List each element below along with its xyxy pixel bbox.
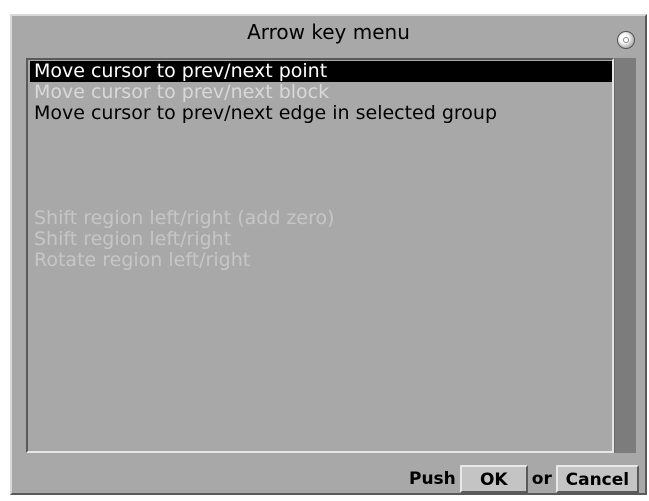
menu-item-blank: [26, 166, 614, 187]
close-icon[interactable]: [617, 31, 635, 49]
close-icon-center: [623, 37, 629, 43]
menu-item-prev-next-edge[interactable]: Move cursor to prev/next edge in selecte…: [26, 103, 614, 124]
ok-button[interactable]: OK: [459, 465, 528, 493]
menu-item-shift-region: Shift region left/right: [34, 228, 232, 250]
cancel-button[interactable]: Cancel: [555, 465, 639, 493]
menu-item-shift-region-add-zero: Shift region left/right (add zero): [34, 207, 335, 229]
menu-item-prev-next-block: Move cursor to prev/next block: [34, 81, 330, 103]
menu-item-prev-next-point[interactable]: Move cursor to prev/next point: [30, 61, 612, 82]
menu-item-rotate-region: Rotate region left/right: [34, 249, 251, 271]
or-label: or: [531, 469, 552, 489]
menu-item-blank: [26, 187, 614, 208]
menu-items: Move cursor to prev/next point Move curs…: [26, 61, 614, 271]
dialog-title: Arrow key menu: [247, 20, 410, 44]
push-label: Push: [409, 469, 456, 489]
menu-item-blank: [26, 124, 614, 145]
button-bar: Push OK or Cancel: [409, 465, 639, 493]
scrollbar[interactable]: [614, 58, 636, 453]
arrow-key-menu-dialog: Arrow key menu Move cursor to prev/next …: [10, 14, 647, 495]
menu-item-blank: [26, 145, 614, 166]
